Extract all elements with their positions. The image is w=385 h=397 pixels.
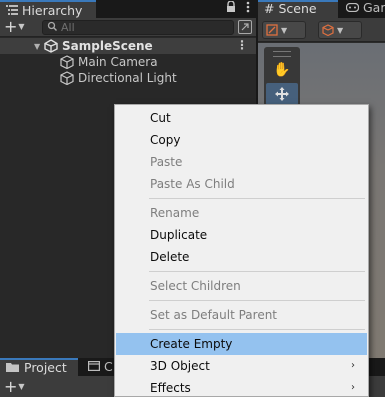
gamepad-icon [345,0,363,15]
unity-scene-icon [44,39,58,53]
console-icon [88,359,101,375]
menu-separator [149,271,365,272]
dropdown-arrow-icon: ▼ [18,22,25,31]
scene-tabbar: # Scene Gam [258,0,385,18]
move-tool-icon[interactable] [266,83,298,105]
scene-name: SampleScene [62,39,153,53]
tab-project-label: Project [24,360,67,375]
gameobject-cube-icon [60,55,74,70]
dropdown-arrow-icon: ▼ [337,25,344,35]
menu-item-select-children: Select Children [150,279,241,293]
tab-scene[interactable]: # Scene [258,0,338,18]
menu-item-3d-object[interactable]: 3D Object › [116,355,367,377]
expand-arrow-icon[interactable]: ▼ [34,42,44,51]
tab-scene-label: Scene [278,1,317,16]
gizmo-orientation-button[interactable]: ▼ [262,21,306,39]
transform-gizmo-icon [266,24,278,36]
search-input[interactable] [61,21,221,34]
lock-icon[interactable] [226,0,236,16]
dropdown-arrow-icon: ▼ [18,382,25,391]
hand-tool-icon[interactable]: ✋ [266,59,298,81]
submenu-arrow-icon: › [351,360,355,371]
menu-item-paste-as-child: Paste As Child [150,177,235,191]
tab-hierarchy[interactable]: Hierarchy [0,0,96,18]
scene-options-icon[interactable]: ⋮ [236,38,248,52]
draw-mode-button[interactable]: ▼ [318,21,362,39]
scene-toolbar: ▼ ▼ [258,18,385,42]
kebab-menu-icon[interactable] [246,1,250,16]
menu-item-copy[interactable]: Copy [116,129,367,151]
tab-hierarchy-label: Hierarchy [22,2,83,18]
hierarchy-tabbar: Hierarchy [0,0,256,18]
add-object-button[interactable]: + ▼ [4,19,34,35]
menu-item-cut[interactable]: Cut [116,107,367,129]
tab-game[interactable]: Gam [342,0,385,18]
folder-icon [6,361,19,375]
submenu-arrow-icon: › [351,382,355,393]
gameobject-cube-icon [60,71,74,86]
menu-item-create-empty[interactable]: Create Empty [116,333,367,355]
menu-item-delete[interactable]: Delete [116,246,367,268]
hierarchy-item-directional-light[interactable]: Directional Light [0,70,256,86]
context-menu: Cut Copy Paste Paste As Child Rename Dup… [114,104,369,397]
menu-item-paste: Paste [150,155,183,169]
drag-handle[interactable] [273,51,291,57]
scene-visibility-icon[interactable] [238,20,252,34]
scene-row[interactable]: ▼ SampleScene ⋮ [0,38,256,54]
menu-item-set-as-default-parent: Set as Default Parent [150,308,278,322]
menu-item-effects[interactable]: Effects › [116,377,367,397]
plus-icon: + [4,17,18,36]
search-icon [47,21,58,35]
hierarchy-header-controls [226,0,250,16]
grid-icon: # [264,1,275,16]
scene-tool-strip: ✋ [264,47,300,109]
menu-separator [149,329,365,330]
dropdown-arrow-icon: ▼ [281,25,288,35]
tab-game-label: Gam [362,0,385,15]
project-add-button[interactable]: + ▼ [4,379,34,395]
hierarchy-item-main-camera[interactable]: Main Camera [0,54,256,70]
hierarchy-item-label: Directional Light [78,71,177,85]
tab-console-label: C [104,359,113,374]
menu-item-rename: Rename [150,206,200,220]
menu-separator [149,198,365,199]
hierarchy-search[interactable] [42,20,234,35]
tab-console[interactable]: C [88,358,113,376]
tab-project[interactable]: Project [0,358,78,376]
menu-separator [149,300,365,301]
hierarchy-toolbar: + ▼ [0,18,256,37]
menu-item-label: 3D Object [150,359,210,373]
menu-item-label: Effects [150,381,191,395]
menu-item-duplicate[interactable]: Duplicate [116,224,367,246]
hierarchy-item-label: Main Camera [78,55,158,69]
plus-icon: + [4,377,18,396]
cube-icon [322,24,334,37]
list-icon [6,5,18,15]
